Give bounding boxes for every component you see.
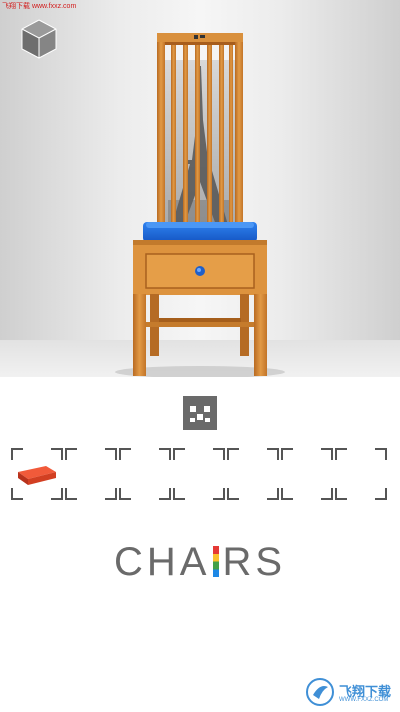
- game-scene[interactable]: 飞翔下载 www.fxxz.com: [0, 0, 400, 377]
- watermark-bottom-sub: WWW.FXXZ.COM: [339, 697, 389, 703]
- watermark-logo-icon: [306, 678, 334, 706]
- chair-illustration[interactable]: [0, 0, 400, 377]
- seat-cushion: [143, 222, 257, 242]
- inventory-slot-2[interactable]: [65, 448, 117, 500]
- red-tile-icon[interactable]: [14, 462, 58, 490]
- game-logo: CHA RS: [0, 540, 400, 585]
- watermark-top: 飞翔下载 www.fxxz.com: [2, 3, 77, 10]
- pixel-face-icon: [183, 396, 217, 430]
- inventory-slot-1[interactable]: [11, 448, 63, 500]
- watermark-bottom: 飞翔下载 WWW.FXXZ.COM: [305, 677, 400, 709]
- inventory-slot-7[interactable]: [335, 448, 387, 500]
- inventory-slot-6[interactable]: [281, 448, 333, 500]
- inventory-slot-4[interactable]: [173, 448, 225, 500]
- inventory-slot-3[interactable]: [119, 448, 171, 500]
- cube-view-button[interactable]: [20, 18, 58, 60]
- logo-color-bar: [213, 546, 220, 577]
- inventory-slot-5[interactable]: [227, 448, 279, 500]
- drawer: [145, 253, 255, 289]
- logo-text-part2: RS: [222, 540, 287, 584]
- logo-text-part1: CHA: [113, 540, 211, 584]
- cube-icon: [21, 19, 57, 59]
- hint-button[interactable]: [183, 396, 217, 430]
- inventory-bar: [11, 448, 389, 500]
